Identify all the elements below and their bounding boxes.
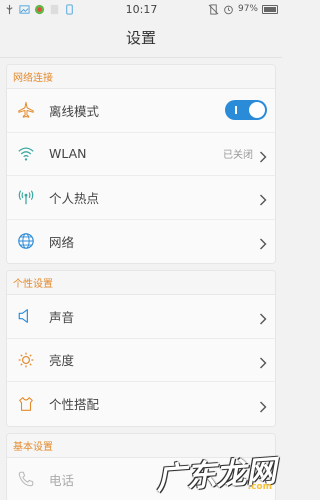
status-left: [4, 3, 75, 15]
status-time: 10:17: [125, 2, 158, 16]
settings-item-label: WLAN: [49, 146, 87, 162]
usb-icon: [6, 4, 13, 14]
settings-item-sun[interactable]: 亮度: [7, 338, 275, 382]
battery-icon: [262, 4, 278, 14]
status-bar: 10:17 97%: [0, 0, 282, 18]
battery-percent: 97%: [237, 4, 258, 14]
settings-item-label: 个人热点: [49, 190, 100, 206]
gallery-icon: [19, 4, 30, 14]
settings-section: 个性设置声音亮度个性搭配: [6, 270, 276, 427]
settings-item-label: 个性搭配: [49, 397, 100, 413]
page-title: 设置: [0, 18, 282, 58]
globe-icon: [17, 232, 35, 250]
message-icon: [66, 3, 73, 15]
section-header: 网络连接: [7, 65, 275, 89]
chevron-right-icon: [259, 191, 267, 206]
settings-section: 网络连接离线模式 WLAN 已关闭个人热点网络: [6, 64, 276, 264]
phone-icon: [17, 470, 35, 488]
airplane-icon: [17, 101, 35, 119]
section-header: 个性设置: [7, 271, 275, 295]
sun-icon: [17, 351, 35, 369]
chevron-right-icon: [259, 148, 267, 163]
settings-item-label: 亮度: [49, 353, 75, 369]
settings-item-label: 离线模式: [49, 103, 100, 119]
chevron-right-icon: [259, 354, 267, 369]
settings-item-wifi[interactable]: WLAN 已关闭: [7, 132, 275, 176]
settings-item-label: 声音: [49, 309, 75, 325]
hotspot-icon: [17, 188, 35, 206]
watermark-domain: .com: [247, 482, 272, 492]
chevron-right-icon: [259, 310, 267, 325]
settings-item-hotspot[interactable]: 个人热点: [7, 176, 275, 220]
airplane-mode-toggle[interactable]: [225, 100, 267, 121]
settings-list: 网络连接 离线模式 WLAN 已关闭 个人热点 网络 个性设置 声音 亮度 个性搭配 基本设置 电话: [0, 58, 282, 500]
chevron-right-icon: [259, 398, 267, 413]
settings-item-airplane[interactable]: 离线模式: [7, 89, 275, 133]
status-right: 97%: [208, 3, 278, 15]
speaker-icon: [17, 307, 35, 325]
settings-item-speaker[interactable]: 声音: [7, 295, 275, 339]
no-sim-icon: [208, 3, 219, 15]
settings-item-globe[interactable]: 网络: [7, 219, 275, 263]
theme-icon: [17, 395, 35, 413]
alarm-icon: [224, 5, 233, 14]
app-logo-icon: [34, 4, 45, 14]
settings-item-label: 网络: [49, 234, 75, 250]
settings-item-value: 已关闭: [223, 150, 253, 162]
wifi-icon: [17, 145, 35, 163]
notification-icon: [50, 4, 59, 14]
settings-item-theme[interactable]: 个性搭配: [7, 382, 275, 426]
chevron-right-icon: [259, 235, 267, 250]
